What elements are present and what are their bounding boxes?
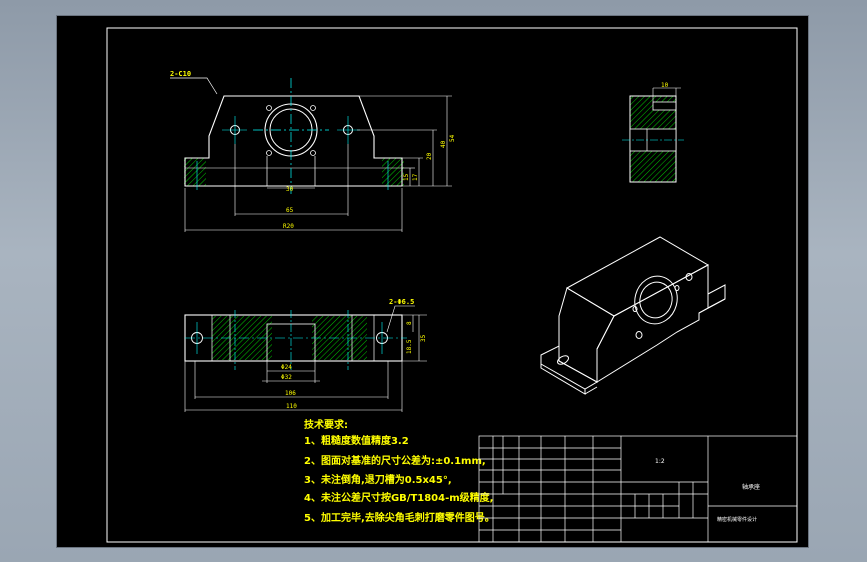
dim-front-slot: 30 <box>286 186 294 193</box>
dim-front-h54: 54 <box>449 134 456 142</box>
tech-item-5: 5、加工完毕,去除尖角毛刺打磨零件图号。 <box>304 511 495 524</box>
drawing-sheet: 2-C10 30 65 R20 15 17 20 40 54 2-Φ6.5 Φ2… <box>56 15 809 548</box>
top-view: 2-Φ6.5 Φ24 Φ32 106 110 8 18.5 35 <box>184 298 427 412</box>
title-block-part-name: 轴承座 <box>742 483 760 491</box>
dim-top-holes: 2-Φ6.5 <box>389 298 414 306</box>
dim-front-h40: 40 <box>440 140 447 148</box>
title-block-drawing-name: 精密机械零件设计 <box>717 516 757 523</box>
tech-item-4: 4、未注公差尺寸按GB/T1804-m级精度, <box>304 491 493 504</box>
front-view: 2-C10 30 65 R20 15 17 20 40 54 <box>170 70 456 232</box>
cad-drawing: 2-C10 30 65 R20 15 17 20 40 54 2-Φ6.5 Φ2… <box>106 27 798 543</box>
dim-top-8: 8 <box>406 321 413 325</box>
dim-top-hole-span: 106 <box>285 390 296 397</box>
dim-front-h20: 20 <box>426 152 433 160</box>
isometric-view <box>540 236 726 395</box>
dim-top-outer-bore: Φ32 <box>281 374 292 381</box>
dim-front-width: R20 <box>283 223 294 230</box>
dim-top-length: 110 <box>286 403 297 410</box>
dim-top-18-5: 18.5 <box>406 339 413 354</box>
dim-side-slot: 10 <box>661 82 669 89</box>
dim-front-hole-span: 65 <box>286 207 294 214</box>
dim-front-h15: 15 <box>403 173 410 181</box>
tech-item-2: 2、图面对基准的尺寸公差为:±0.1mm, <box>304 454 486 467</box>
dim-front-h17: 17 <box>412 173 419 181</box>
tech-item-3: 3、未注倒角,退刀槽为0.5x45°, <box>304 473 452 486</box>
tech-item-1: 1、粗糙度数值精度3.2 <box>304 434 409 447</box>
tech-title: 技术要求: <box>304 418 348 431</box>
chamfer-note: 2-C10 <box>170 70 191 78</box>
title-block-scale: 1:2 <box>655 458 665 465</box>
technical-requirements: 技术要求: 1、粗糙度数值精度3.2 2、图面对基准的尺寸公差为:±0.1mm,… <box>304 418 495 524</box>
side-view: 10 <box>622 82 684 183</box>
dim-top-35: 35 <box>420 334 427 342</box>
dim-top-inner-bore: Φ24 <box>281 364 292 371</box>
